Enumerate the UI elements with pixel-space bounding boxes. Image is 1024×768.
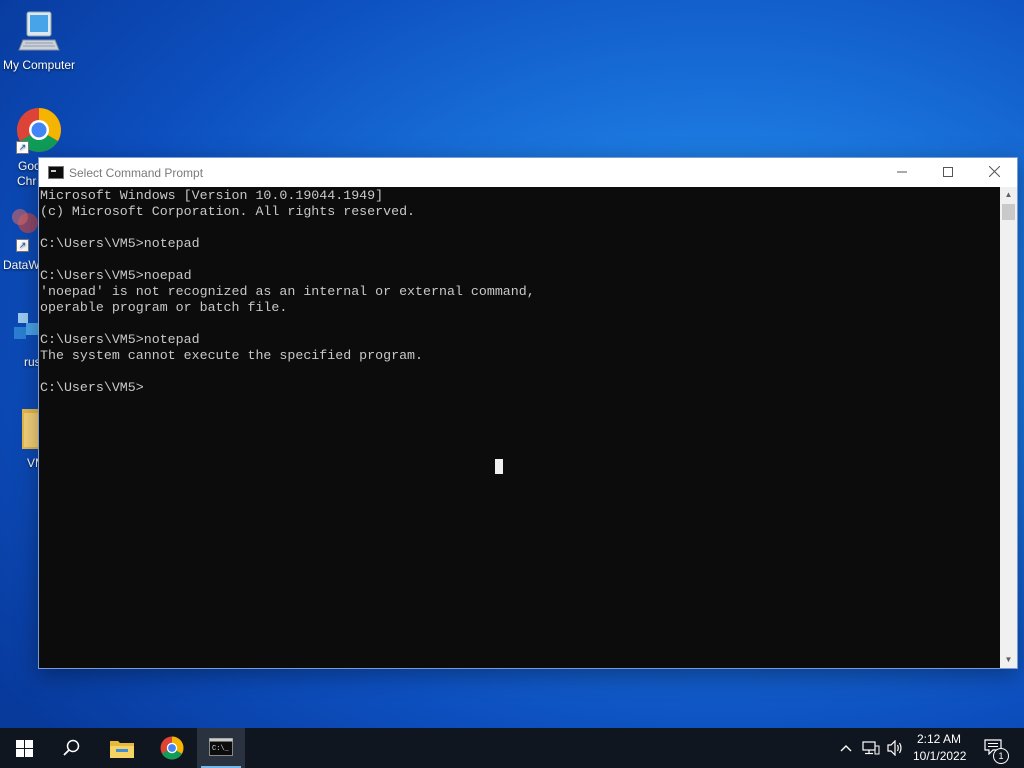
taskbar-file-explorer[interactable]	[98, 728, 146, 768]
text-cursor	[495, 459, 503, 474]
shortcut-arrow-icon: ↗	[16, 141, 29, 154]
action-center-button[interactable]: 1	[976, 728, 1024, 768]
console-line: 'noepad' is not recognized as an interna…	[40, 284, 535, 299]
scroll-up-button[interactable]: ▲	[1000, 187, 1017, 203]
desktop-icon-label: My Computer	[2, 58, 76, 72]
application-icon	[14, 313, 38, 339]
folder-icon	[22, 409, 40, 449]
start-button[interactable]	[0, 728, 48, 768]
search-icon	[63, 739, 80, 756]
desktop-icon-label: DataW	[3, 258, 40, 272]
volume-tray-button[interactable]	[884, 728, 906, 768]
command-prompt-window[interactable]: Select Command Prompt Microsoft Windows …	[38, 157, 1018, 669]
console-line: C:\Users\VM5>notepad	[40, 332, 200, 347]
console-line: Microsoft Windows [Version 10.0.19044.19…	[40, 188, 384, 203]
clock[interactable]: 2:12 AM 10/1/2022	[908, 728, 970, 768]
notification-badge: 1	[993, 748, 1009, 764]
title-bar[interactable]: Select Command Prompt	[39, 158, 1017, 187]
minimize-icon	[897, 171, 907, 173]
maximize-icon	[943, 167, 953, 177]
console-line: C:\Users\VM5>noepad	[40, 268, 192, 283]
taskbar-chrome[interactable]	[148, 728, 196, 768]
vertical-scrollbar[interactable]: ▲ ▼	[1000, 187, 1017, 668]
console-line: C:\Users\VM5>notepad	[40, 236, 200, 251]
cmd-icon: C:\_	[209, 738, 233, 756]
windows-logo-icon	[16, 740, 33, 757]
window-title: Select Command Prompt	[69, 166, 204, 180]
desktop-icon-my-computer[interactable]: My Computer	[0, 10, 78, 72]
taskbar: C:\_ 2:12 AM 10/1/2022 1	[0, 728, 1024, 768]
console-prompt-line: C:\Users\VM5>	[40, 380, 144, 395]
chevron-up-icon	[840, 745, 852, 752]
close-icon	[988, 165, 1000, 178]
cmd-icon	[48, 166, 64, 179]
search-button[interactable]	[48, 728, 96, 768]
scroll-down-button[interactable]: ▼	[1000, 652, 1017, 668]
desktop-icon-google-chrome[interactable]: ↗ Goo Chr	[0, 107, 61, 188]
desktop-icon-dataw[interactable]: ↗ DataW	[0, 205, 40, 272]
maximize-button[interactable]	[925, 158, 971, 187]
clock-time: 2:12 AM	[917, 732, 962, 746]
computer-icon	[18, 11, 60, 51]
console-line: operable program or batch file.	[40, 300, 288, 315]
console-line: (c) Microsoft Corporation. All rights re…	[40, 204, 416, 219]
desktop-icon-rus[interactable]: rus	[0, 305, 41, 369]
desktop-icon-label: Chr	[17, 174, 37, 188]
show-hidden-icons-button[interactable]	[836, 728, 856, 768]
folder-icon	[110, 741, 134, 758]
taskbar-command-prompt[interactable]: C:\_	[197, 728, 245, 768]
console-output[interactable]: Microsoft Windows [Version 10.0.19044.19…	[39, 187, 999, 668]
console-line: The system cannot execute the specified …	[40, 348, 424, 363]
chrome-icon	[160, 736, 184, 760]
svg-text:C:\_: C:\_	[212, 745, 230, 753]
network-icon	[862, 741, 880, 755]
shortcut-arrow-icon: ↗	[16, 239, 29, 252]
dataw-icon	[12, 209, 38, 233]
clock-date: 10/1/2022	[913, 749, 967, 763]
close-button[interactable]	[971, 158, 1017, 187]
desktop-icon-vm-folder[interactable]: VM	[0, 405, 45, 470]
scroll-thumb[interactable]	[1002, 204, 1015, 220]
minimize-button[interactable]	[879, 158, 925, 187]
network-tray-button[interactable]	[860, 728, 882, 768]
volume-icon	[887, 740, 902, 756]
